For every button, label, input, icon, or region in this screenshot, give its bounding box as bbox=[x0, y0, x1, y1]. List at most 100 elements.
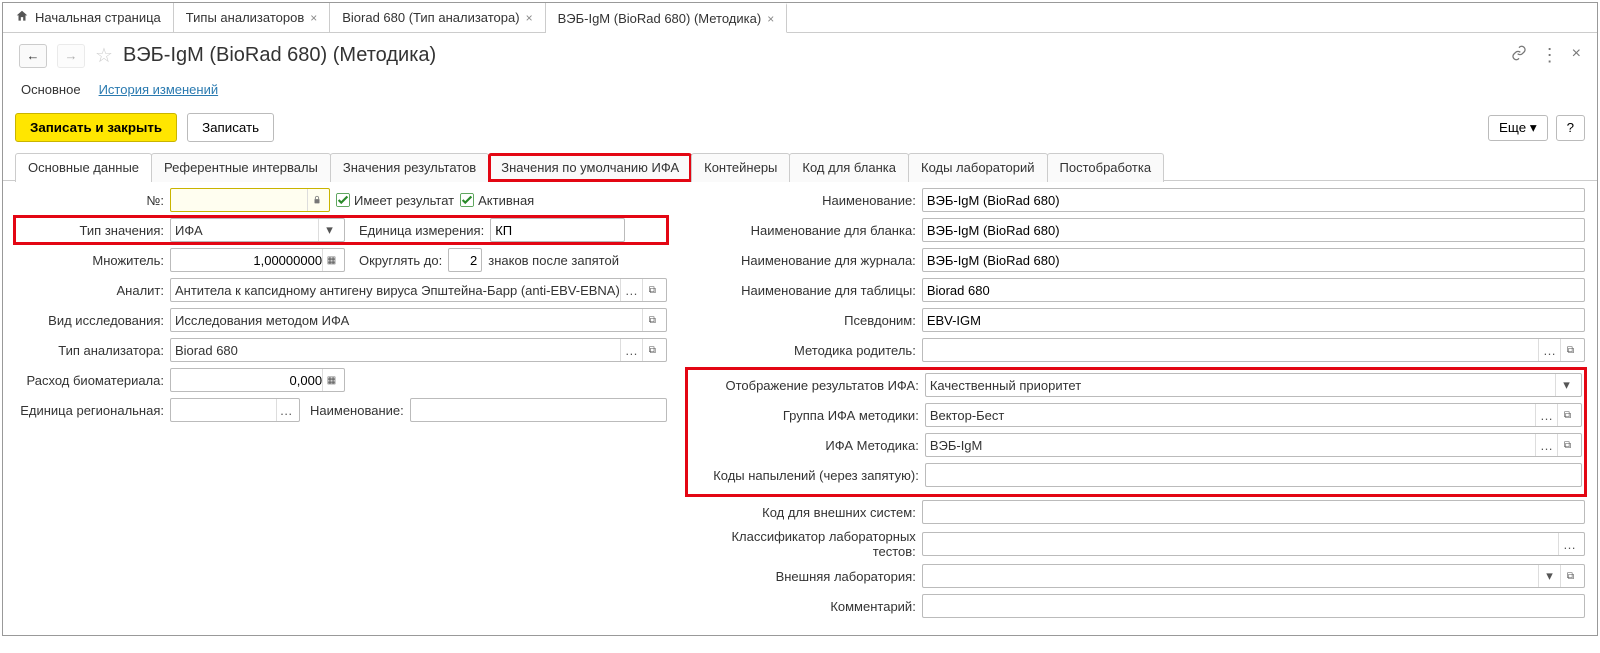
blank-name-field[interactable] bbox=[927, 219, 1580, 241]
tab-analyzer-types[interactable]: Типы анализаторов × bbox=[174, 3, 330, 32]
close-panel-icon[interactable]: × bbox=[1572, 45, 1581, 66]
dropdown-icon[interactable]: ▾ bbox=[1538, 565, 1560, 587]
active-checkbox[interactable]: Активная bbox=[460, 193, 534, 208]
ifa-display-select[interactable]: Качественный приоритет ▾ bbox=[925, 373, 1582, 397]
home-icon bbox=[15, 9, 29, 26]
label-analyzer-type: Тип анализатора: bbox=[15, 343, 170, 358]
tab-result-values[interactable]: Значения результатов bbox=[330, 153, 489, 182]
more-label: Еще bbox=[1499, 120, 1526, 135]
tab-ifa-defaults[interactable]: Значения по умолчанию ИФА bbox=[488, 153, 692, 182]
open-icon[interactable]: ⧉ bbox=[1560, 565, 1580, 587]
subnav-history-link[interactable]: История изменений bbox=[99, 82, 219, 97]
blank-name-input[interactable] bbox=[922, 218, 1585, 242]
open-icon[interactable]: ⧉ bbox=[642, 309, 662, 331]
round-input[interactable] bbox=[448, 248, 482, 272]
menu-vertical-icon[interactable]: ⋮ bbox=[1541, 45, 1558, 66]
tab-veb-igm-method[interactable]: ВЭБ-IgM (BioRad 680) (Методика) × bbox=[546, 3, 788, 33]
study-type-value: Исследования методом ИФА bbox=[175, 313, 642, 328]
ifa-method-select[interactable]: ВЭБ-IgM … ⧉ bbox=[925, 433, 1582, 457]
save-and-close-button[interactable]: Записать и закрыть bbox=[15, 113, 177, 142]
name-input[interactable] bbox=[922, 188, 1585, 212]
table-name-input[interactable] bbox=[922, 278, 1585, 302]
biomaterial-input[interactable]: ▦ bbox=[170, 368, 345, 392]
open-icon[interactable]: ⧉ bbox=[642, 339, 662, 361]
alias-field[interactable] bbox=[927, 309, 1580, 331]
journal-name-field[interactable] bbox=[927, 249, 1580, 271]
number-field[interactable] bbox=[175, 189, 307, 211]
comment-field[interactable] bbox=[927, 595, 1580, 617]
tab-blank-code[interactable]: Код для бланка bbox=[789, 153, 909, 182]
multiplier-input[interactable]: ▦ bbox=[170, 248, 345, 272]
dropdown-icon[interactable]: ▾ bbox=[318, 219, 340, 241]
value-type-select[interactable]: ИФА ▾ bbox=[170, 218, 345, 242]
tab-reference-intervals[interactable]: Референтные интервалы bbox=[151, 153, 331, 182]
nav-back-button[interactable]: ← bbox=[19, 44, 47, 68]
analyzer-type-select[interactable]: Biorad 680 … ⧉ bbox=[170, 338, 667, 362]
classifier-select[interactable]: … bbox=[922, 532, 1585, 556]
name-small-input[interactable] bbox=[410, 398, 667, 422]
label-ifa-method: ИФА Методика: bbox=[690, 438, 925, 453]
multiplier-field[interactable] bbox=[175, 249, 322, 271]
external-lab-select[interactable]: ▾ ⧉ bbox=[922, 564, 1585, 588]
dropdown-icon[interactable]: ▾ bbox=[1555, 374, 1577, 396]
analyzer-type-value: Biorad 680 bbox=[175, 343, 620, 358]
link-icon[interactable] bbox=[1511, 45, 1527, 66]
journal-name-input[interactable] bbox=[922, 248, 1585, 272]
select-ell-icon[interactable]: … bbox=[1535, 404, 1557, 426]
select-ell-icon[interactable]: … bbox=[276, 399, 295, 421]
comment-input[interactable] bbox=[922, 594, 1585, 618]
close-icon[interactable]: × bbox=[526, 11, 533, 25]
regional-unit-field[interactable] bbox=[175, 399, 276, 421]
tab-biorad680-type[interactable]: Biorad 680 (Тип анализатора) × bbox=[330, 3, 545, 32]
select-ell-icon[interactable]: … bbox=[1538, 339, 1560, 361]
analyte-select[interactable]: Антитела к капсидному антигену вируса Эп… bbox=[170, 278, 667, 302]
spraying-codes-input[interactable] bbox=[925, 463, 1582, 487]
study-type-input[interactable]: Исследования методом ИФА ⧉ bbox=[170, 308, 667, 332]
close-icon[interactable]: × bbox=[310, 11, 317, 25]
calc-icon[interactable]: ▦ bbox=[322, 369, 340, 391]
open-icon[interactable]: ⧉ bbox=[1557, 404, 1577, 426]
tab-postprocessing[interactable]: Постобработка bbox=[1047, 153, 1165, 182]
label-round-suffix: знаков после запятой bbox=[488, 253, 619, 268]
subnav: Основное История изменений bbox=[3, 78, 1597, 111]
label-ifa-display: Отображение результатов ИФА: bbox=[690, 378, 925, 393]
has-result-checkbox[interactable]: Имеет результат bbox=[336, 193, 454, 208]
round-field[interactable] bbox=[453, 249, 477, 271]
regional-unit-select[interactable]: … bbox=[170, 398, 300, 422]
external-code-field[interactable] bbox=[927, 501, 1580, 523]
biomaterial-field[interactable] bbox=[175, 369, 322, 391]
table-name-field[interactable] bbox=[927, 279, 1580, 301]
more-button[interactable]: Еще ▾ bbox=[1488, 115, 1548, 141]
select-ell-icon[interactable]: … bbox=[620, 339, 642, 361]
spraying-codes-field[interactable] bbox=[930, 464, 1577, 486]
open-icon[interactable]: ⧉ bbox=[642, 279, 662, 301]
subnav-main[interactable]: Основное bbox=[21, 82, 81, 97]
favorite-star-icon[interactable]: ☆ bbox=[95, 43, 113, 68]
label-analyte: Аналит: bbox=[15, 283, 170, 298]
alias-input[interactable] bbox=[922, 308, 1585, 332]
tab-lab-codes[interactable]: Коды лабораторий bbox=[908, 153, 1048, 182]
tab-main-data[interactable]: Основные данные bbox=[15, 153, 152, 182]
label-regional-unit: Единица региональная: bbox=[15, 403, 170, 418]
select-ell-icon[interactable]: … bbox=[1535, 434, 1557, 456]
select-ell-icon[interactable]: … bbox=[1558, 533, 1580, 555]
help-button[interactable]: ? bbox=[1556, 115, 1585, 141]
lock-icon[interactable] bbox=[307, 189, 325, 211]
external-code-input[interactable] bbox=[922, 500, 1585, 524]
ifa-group-select[interactable]: Вектор-Бест … ⧉ bbox=[925, 403, 1582, 427]
name-field[interactable] bbox=[927, 189, 1580, 211]
close-icon[interactable]: × bbox=[767, 12, 774, 26]
select-ell-icon[interactable]: … bbox=[620, 279, 642, 301]
save-button[interactable]: Записать bbox=[187, 113, 274, 142]
open-icon[interactable]: ⧉ bbox=[1560, 339, 1580, 361]
tab-home[interactable]: Начальная страница bbox=[3, 3, 174, 32]
unit-input[interactable] bbox=[490, 218, 625, 242]
open-icon[interactable]: ⧉ bbox=[1557, 434, 1577, 456]
tab-containers[interactable]: Контейнеры bbox=[691, 153, 790, 182]
name-small-field[interactable] bbox=[415, 399, 662, 421]
number-input[interactable] bbox=[170, 188, 330, 212]
unit-field[interactable] bbox=[495, 219, 620, 241]
calc-icon[interactable]: ▦ bbox=[322, 249, 340, 271]
parent-method-select[interactable]: … ⧉ bbox=[922, 338, 1585, 362]
label-value-type: Тип значения: bbox=[15, 223, 170, 238]
